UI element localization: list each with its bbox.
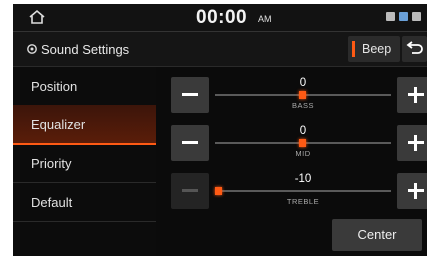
page-header: Sound Settings Beep — [13, 32, 427, 67]
center-label: Center — [357, 227, 397, 242]
minus-icon — [182, 141, 198, 144]
treble-slider-thumb[interactable] — [215, 187, 222, 195]
phone-icon — [386, 12, 395, 21]
infotainment-screen: 00:00 AM Sound Settings Beep Position Eq… — [13, 4, 427, 256]
treble-slider[interactable] — [215, 187, 391, 195]
ampm-indicator: AM — [258, 14, 272, 24]
home-icon[interactable] — [28, 9, 46, 25]
bass-decrease-button[interactable] — [171, 77, 209, 113]
status-bar: 00:00 AM — [13, 4, 427, 32]
back-button[interactable] — [402, 36, 427, 62]
clock: 00:00 — [196, 7, 248, 28]
sidebar: Position Equalizer Priority Default — [13, 67, 156, 256]
sidebar-item-label: Priority — [31, 156, 72, 171]
treble-label: TREBLE — [286, 197, 320, 206]
beep-button[interactable]: Beep — [348, 36, 400, 62]
beep-label: Beep — [362, 42, 392, 56]
mid-decrease-button[interactable] — [171, 125, 209, 161]
signal-icon — [412, 12, 421, 21]
bass-label: BASS — [291, 101, 314, 110]
center-button[interactable]: Center — [332, 219, 422, 251]
bass-slider-row: 0 BASS — [171, 77, 427, 113]
back-arrow-icon — [406, 41, 423, 54]
mid-label: MID — [295, 149, 311, 158]
treble-increase-button[interactable] — [397, 173, 427, 209]
sidebar-item-equalizer[interactable]: Equalizer — [13, 105, 156, 145]
bass-slider[interactable] — [215, 91, 391, 99]
mid-slider-thumb[interactable] — [299, 139, 306, 147]
sidebar-item-label: Equalizer — [31, 117, 86, 132]
minus-icon — [182, 93, 198, 96]
beep-indicator — [352, 41, 355, 57]
mid-increase-button[interactable] — [397, 125, 427, 161]
mid-value: 0 — [299, 125, 307, 137]
mid-slider[interactable] — [215, 139, 391, 147]
bluetooth-icon — [399, 12, 408, 21]
treble-decrease-button[interactable] — [171, 173, 209, 209]
bass-value: 0 — [299, 77, 307, 89]
sidebar-item-label: Default — [31, 195, 73, 210]
bass-slider-thumb[interactable] — [299, 91, 306, 99]
sidebar-item-label: Position — [31, 79, 78, 94]
page-title: Sound Settings — [41, 42, 130, 57]
sidebar-item-priority[interactable]: Priority — [13, 144, 156, 183]
bass-increase-button[interactable] — [397, 77, 427, 113]
status-icons — [386, 12, 421, 21]
gear-icon — [27, 44, 37, 54]
minus-icon — [182, 189, 198, 192]
treble-value: -10 — [294, 173, 312, 185]
treble-slider-row: -10 TREBLE — [171, 173, 427, 209]
sidebar-item-position[interactable]: Position — [13, 67, 156, 106]
mid-slider-row: 0 MID — [171, 125, 427, 161]
sidebar-item-default[interactable]: Default — [13, 183, 156, 222]
